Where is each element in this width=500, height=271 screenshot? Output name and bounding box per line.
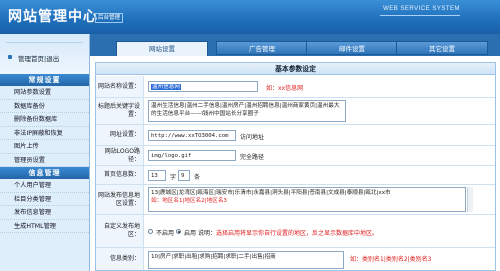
sidebar-item-admin-settings[interactable]: 管理员设置 — [0, 154, 89, 167]
row-logo: 网站LOGO路径： img/logo.gif 完全路径 — [96, 146, 495, 166]
keywords-label: 标题后关键字设置： — [96, 98, 144, 124]
sidebar-item-user-mgmt[interactable]: 个人用户管理 — [0, 179, 89, 193]
settings-panel: 基本参数设定 网站名称设置： 温州信息网 如：xx信息网 标题后关键字设置： 温… — [95, 62, 496, 271]
info-count-input[interactable]: 9 — [178, 170, 190, 181]
brand-text: WEB SERVICE SYSTEM — [383, 6, 460, 12]
site-name-label: 网站名称设置： — [96, 76, 144, 97]
brand-underline — [380, 15, 460, 16]
sidebar-item-delete-backup[interactable]: 删除备份数据库 — [0, 113, 89, 127]
page-size-label: 首页信息数： — [96, 166, 144, 184]
site-url-hint: 访问地址 — [240, 134, 265, 141]
radio-disable[interactable] — [148, 229, 153, 234]
tab-bar: 网站设置 广告管理 邮件设置 其它设置 — [90, 34, 500, 56]
home-logout-link[interactable]: 管理首页|退出 — [18, 53, 59, 63]
tab-ad-management[interactable]: 广告管理 — [216, 41, 308, 55]
tab-mail-settings[interactable]: 邮件设置 — [306, 41, 398, 55]
row-custom-region: 自定义发布地区： 不启用 启用 说明： 选择启用将显示你自行设置的地区，反之显示… — [96, 215, 495, 248]
sidebar-section-info[interactable]: 信息管理 — [0, 167, 89, 179]
site-name-value: 温州信息网 — [151, 84, 181, 90]
main-content: 基本参数设定 网站名称设置： 温州信息网 如：xx信息网 标题后关键字设置： 温… — [91, 56, 500, 271]
regions-hint: 如：地区名1|地区名2|地区名3 — [151, 198, 227, 204]
categories-hint: 如：类别名1|类别名2|类别名3 — [350, 256, 432, 263]
row-keywords: 标题后关键字设置： 温州生活信息|温州二手信息|温州房产|温州招聘信息|温州商家… — [96, 98, 495, 125]
sidebar-item-html-mgmt[interactable]: 生成HTML管理 — [0, 220, 89, 233]
categories-label: 信息类别： — [96, 248, 144, 270]
app-header: 网站管理中心 后台管理 WEB SERVICE SYSTEM — [0, 0, 500, 34]
custom-region-desc: 选择启用将显示你自行设置的地区，反之显示数据库中地区。 — [216, 230, 379, 237]
regions-scrollbar[interactable] — [467, 187, 473, 212]
site-name-hint: 如：xx信息网 — [266, 85, 304, 92]
regions-value: 13|鹿城区|龙湾区|瓯海区|瑞安市|乐清市|永嘉县|洞头县|平阳县|苍南县|文… — [151, 190, 391, 196]
sidebar: 管理首页|退出 常规设置 网站参数设置 数据库备份 删除备份数据库 非法IP屏蔽… — [0, 34, 90, 271]
site-name-input[interactable]: 温州信息网 — [148, 81, 258, 92]
keywords-textarea[interactable]: 温州生活信息|温州二手信息|温州房产|温州招聘信息|温州商家黄页|温州最大的生活… — [148, 100, 346, 122]
categories-textarea[interactable]: 10|房产|求职|出租|求购|招聘|求职|二手|出售|招商 — [148, 251, 344, 269]
sidebar-item-db-backup[interactable]: 数据库备份 — [0, 100, 89, 113]
info-count-unit: 条 — [194, 174, 201, 181]
row-regions: 网站发布信息地区设置： 13|鹿城区|龙湾区|瓯海区|瑞安市|乐清市|永嘉县|洞… — [96, 185, 495, 215]
sidebar-item-post-mgmt[interactable]: 发布信息管理 — [0, 206, 89, 220]
tab-other-settings[interactable]: 其它设置 — [396, 41, 488, 55]
title-length-input[interactable]: 13 — [148, 170, 166, 181]
home-icon — [8, 55, 12, 59]
sidebar-item-image-upload[interactable]: 图片上传 — [0, 140, 89, 154]
sidebar-top: 管理首页|退出 — [0, 34, 89, 74]
site-url-label: 网址设置： — [96, 125, 144, 145]
tab-site-settings[interactable]: 网站设置 — [116, 41, 208, 56]
radio-enable-label: 启用 — [184, 230, 197, 237]
logo-label: 网站LOGO路径： — [96, 146, 144, 165]
radio-disable-label: 不启用 — [156, 230, 175, 237]
sidebar-item-category-mgmt[interactable]: 栏目分类管理 — [0, 193, 89, 206]
app-subtitle: 后台管理 — [95, 13, 124, 23]
site-url-input[interactable]: http://www.xxTO3004.com — [148, 130, 236, 141]
sidebar-item-site-params[interactable]: 网站参数设置 — [0, 86, 89, 100]
sidebar-divider — [6, 42, 83, 43]
custom-region-desc-prefix: 说明： — [198, 230, 217, 237]
regions-textarea[interactable]: 13|鹿城区|龙湾区|瓯海区|瑞安市|乐清市|永嘉县|洞头县|平阳县|苍南县|文… — [148, 187, 466, 212]
logo-hint: 完全路径 — [240, 154, 265, 161]
title-length-unit: 字 — [170, 174, 177, 181]
custom-region-label: 自定义发布地区： — [96, 215, 144, 247]
row-site-name: 网站名称设置： 温州信息网 如：xx信息网 — [96, 76, 495, 98]
radio-enable[interactable] — [176, 229, 181, 234]
sidebar-item-ip-block[interactable]: 非法IP屏蔽和恢复 — [0, 127, 89, 140]
row-categories: 信息类别： 10|房产|求职|出租|求购|招聘|求职|二手|出售|招商 如：类别… — [96, 248, 495, 270]
row-page-size: 首页信息数： 13 字 9 条 — [96, 166, 495, 185]
sidebar-section-general[interactable]: 常规设置 — [0, 74, 89, 86]
row-site-url: 网址设置： http://www.xxTO3004.com 访问地址 — [96, 125, 495, 146]
panel-title: 基本参数设定 — [96, 63, 495, 75]
regions-label: 网站发布信息地区设置： — [96, 185, 144, 214]
app-title: 网站管理中心 — [8, 8, 98, 24]
logo-path-input[interactable]: img/logo.gif — [148, 150, 236, 161]
